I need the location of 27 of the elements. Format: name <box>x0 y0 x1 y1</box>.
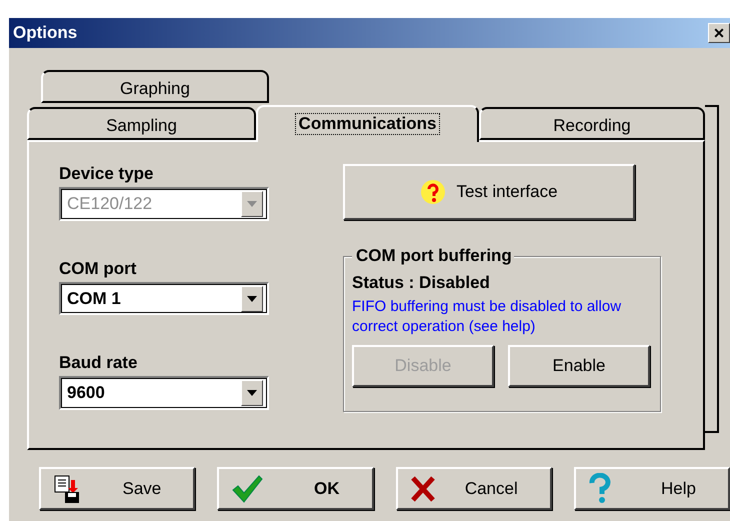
close-button[interactable]: × <box>708 23 730 43</box>
test-interface-button[interactable]: Test interface <box>343 164 635 220</box>
dropdown[interactable]: 9600 <box>59 376 269 410</box>
note-text: FIFO buffering must be disabled to allow correct operation (see help) <box>352 297 622 337</box>
caret-icon <box>247 200 257 207</box>
dialog-button[interactable]: Cancel <box>396 467 552 510</box>
dialog-button[interactable]: Help <box>574 467 730 510</box>
group-title: COM port buffering <box>352 246 514 266</box>
dialog-button[interactable]: OK <box>217 467 374 510</box>
status-text: Status : Disabled <box>352 273 491 293</box>
caret-icon <box>247 296 257 302</box>
field-label: Baud rate <box>59 353 138 374</box>
tab[interactable]: Communications <box>256 105 479 142</box>
dropdown[interactable]: COM 1 <box>59 282 269 316</box>
dialog-button[interactable]: Save <box>39 467 196 510</box>
field-label: Device type <box>59 164 154 184</box>
action-button[interactable]: Enable <box>508 345 650 387</box>
field-label: COM port <box>59 258 138 279</box>
help-icon <box>588 472 612 504</box>
tab[interactable]: Sampling <box>27 107 256 140</box>
question-icon <box>420 179 446 205</box>
tab[interactable]: Graphing <box>41 70 269 103</box>
caret-icon <box>247 390 257 396</box>
checkmark-icon <box>231 474 264 504</box>
close-icon <box>410 474 436 502</box>
tab[interactable]: Recording <box>479 107 705 140</box>
window-title: Options <box>13 23 78 43</box>
